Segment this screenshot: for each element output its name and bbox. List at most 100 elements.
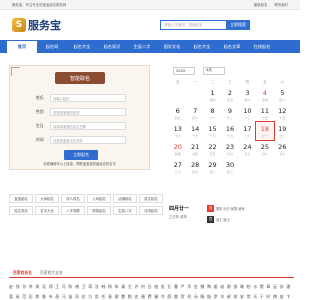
calendar-day[interactable]: 15 十八 (204, 122, 221, 140)
calendar-day[interactable]: 17 二十 (239, 122, 256, 140)
lunar-day: 十三 (244, 115, 251, 120)
tag-item[interactable]: 诗词起名 (139, 206, 163, 215)
lunar-day: 初三 (226, 169, 233, 174)
gender-select[interactable]: 请选择宝宝的性别 (50, 108, 126, 116)
tab-surname-names[interactable]: 百家姓氏名 (9, 268, 36, 277)
lunar-day: 廿八 (261, 151, 268, 156)
calendar-day (186, 86, 203, 104)
lunar-day: 廿五 (209, 151, 216, 156)
calendar-day[interactable]: 2 初五 (221, 86, 238, 104)
calendar-day[interactable]: 13 十六 (169, 122, 186, 140)
lunar-day: 三十 (174, 169, 181, 174)
nav-item-6[interactable]: 国学文化 (157, 40, 187, 53)
calendar-day[interactable]: 19 廿二 (274, 122, 291, 140)
top-link-contact[interactable]: 联系我们 (274, 3, 288, 7)
day-number: 15 (208, 124, 217, 133)
tag-item[interactable]: 店铺起名 (113, 194, 137, 203)
calendar-day[interactable]: 22 廿五 (204, 140, 221, 158)
tag-item[interactable]: 英文起名 (139, 194, 163, 203)
surname-section: 百家姓氏名 百家姓大全名 赵钱孙李周吴郑王冯陈褚卫蒋沈韩杨朱秦尤许何吕施张孔曹严… (9, 268, 294, 300)
tag-item[interactable]: 宝宝起名 (9, 194, 33, 203)
yi-row: 宜 祭祀 出行 嫁娶 纳采 (207, 205, 291, 212)
birthday-row: 生日 请选择宝宝的出生日期 (36, 121, 126, 131)
tag-item[interactable]: 生辰八字 (113, 206, 137, 215)
tag-item[interactable]: 名字大全 (35, 206, 59, 215)
day-number: 5 (280, 88, 285, 97)
calendar-day[interactable]: 26 廿九 (274, 140, 291, 158)
day-number: 22 (208, 142, 217, 151)
tag-item[interactable]: 大师起名 (35, 194, 59, 203)
submit-naming-button[interactable]: 立即起名 (64, 150, 98, 160)
year-select[interactable]: 2025 (173, 66, 195, 75)
tag-item[interactable]: 周易起名 (87, 206, 111, 215)
calendar-day[interactable]: 21 廿四 (186, 140, 203, 158)
day-number: 7 (193, 106, 198, 115)
yi-text: 祭祀 出行 嫁娶 纳采 (216, 207, 245, 211)
nav-item-9[interactable]: 在线起名 (247, 40, 277, 53)
calendar-grid: 日一二三四五六 1 初四 2 初五 3 初六 4 清明 5 初八 6 初九 7 初十 8 十一 9 十二 10 十三 11… (169, 78, 291, 176)
surname-label: 姓氏 (36, 95, 44, 100)
calendar-day[interactable]: 1 初四 (204, 86, 221, 104)
yi-badge: 宜 (207, 205, 214, 212)
logo-text: 服务宝 (28, 19, 61, 32)
month-value: 4月 (206, 68, 212, 72)
birthday-input[interactable]: 请选择宝宝的出生日期 (50, 122, 126, 130)
day-number: 3 (245, 88, 250, 97)
calendar-day[interactable]: 8 十一 (204, 104, 221, 122)
calendar-day[interactable]: 25 廿八 (256, 140, 273, 158)
nav-item-5[interactable]: 生辰八字 (127, 40, 157, 53)
month-select[interactable]: 4月 (203, 66, 225, 75)
tag-item[interactable]: 姓名测试 (9, 206, 33, 215)
lunar-day: 初八 (279, 97, 286, 102)
calendar-day[interactable]: 23 廿六 (221, 140, 238, 158)
day-number: 24 (243, 142, 252, 151)
calendar-day[interactable]: 4 清明 (256, 86, 273, 104)
search-bar: 请输入关键词，搜索起名 立即搜索 (160, 20, 250, 30)
naming-form-title: 智能取名 (55, 72, 105, 84)
lunar-day: 清明 (261, 97, 268, 102)
calendar-day[interactable]: 5 初八 (274, 86, 291, 104)
surname-input[interactable]: 请输入姓氏 (50, 94, 126, 102)
site-logo[interactable]: S 服务宝 (12, 17, 61, 33)
tag-item[interactable]: 公司起名 (87, 194, 111, 203)
calendar-day[interactable]: 29 初二 (204, 158, 221, 176)
nav-item-home[interactable]: 首页 (7, 41, 37, 53)
calendar-day[interactable]: 27 三十 (169, 158, 186, 176)
calendar-day[interactable]: 10 十三 (239, 104, 256, 122)
calendar-day[interactable]: 3 初六 (239, 86, 256, 104)
nav-item-3[interactable]: 起名大全 (67, 40, 97, 53)
ji-row: 忌 动土 破土 (207, 216, 291, 223)
calendar-day[interactable]: 6 初九 (169, 104, 186, 122)
search-input[interactable]: 请输入关键词，搜索起名 (160, 20, 226, 30)
calendar-day[interactable]: 16 十九 (221, 122, 238, 140)
nav-item-2[interactable]: 起名网 (37, 40, 67, 53)
nav-item-4[interactable]: 起名知识 (97, 40, 127, 53)
calendar-day[interactable]: 14 十七 (186, 122, 203, 140)
tag-item[interactable]: 成人改名 (61, 194, 85, 203)
birth-time-select[interactable]: 请选择宝宝出生时辰 (50, 136, 126, 144)
calendar-day[interactable]: 7 初十 (186, 104, 203, 122)
tab-surname-all[interactable]: 百家姓大全名 (36, 268, 67, 277)
nav-item-7[interactable]: 起名大全 (187, 40, 217, 53)
search-button[interactable]: 立即搜索 (226, 20, 250, 30)
lunar-date: 四月廿一 (169, 206, 190, 212)
day-number: 16 (225, 124, 235, 133)
top-link-latest[interactable]: 最新起名 (254, 3, 268, 7)
calendar-day-today[interactable]: 18 廿一 (255, 121, 275, 141)
nav-item-8[interactable]: 起名文章 (217, 40, 247, 53)
day-number: 25 (260, 142, 269, 151)
calendar-day[interactable]: 24 廿七 (239, 140, 256, 158)
ji-text: 动土 破土 (216, 218, 230, 222)
lunar-day: 十四 (261, 115, 268, 120)
gender-label: 性别 (36, 109, 44, 114)
lunar-day: 廿七 (244, 151, 251, 156)
calendar-day[interactable]: 20 谷雨 (169, 140, 186, 158)
calendar-day[interactable]: 28 四月 (186, 158, 203, 176)
calendar-day[interactable]: 12 十五 (274, 104, 291, 122)
calendar-day[interactable]: 9 十二 (221, 104, 238, 122)
main-content: 智能取名 姓氏 请输入姓氏 性别 请选择宝宝的性别 生日 请选择宝宝的出生日期 … (0, 53, 300, 300)
calendar-day[interactable]: 30 初三 (221, 158, 238, 176)
calendar-day[interactable]: 11 十四 (256, 104, 273, 122)
tag-item[interactable]: 八字测算 (61, 206, 85, 215)
naming-form-note: 请准确填写以上信息，帮助宝宝找到最适合的名字 (43, 162, 116, 166)
